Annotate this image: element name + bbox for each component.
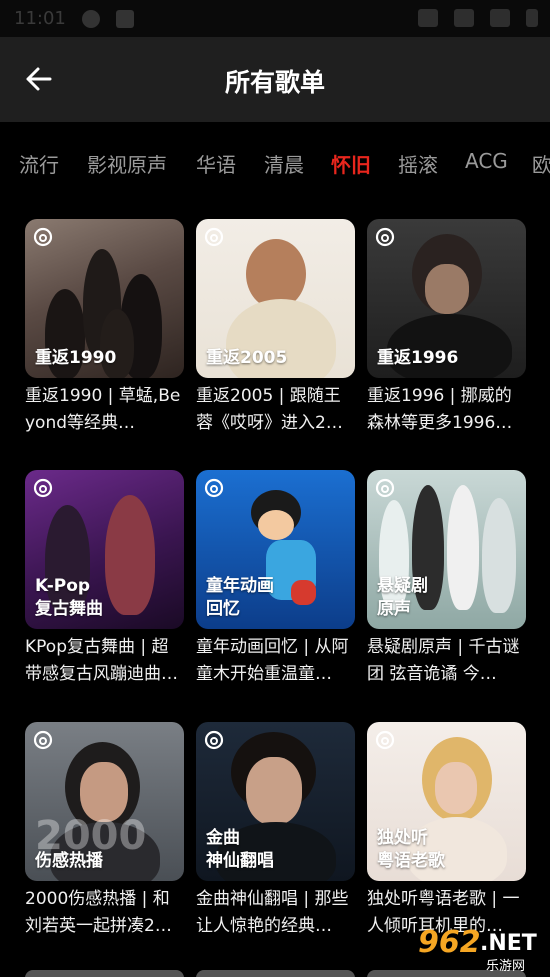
netease-logo-icon (204, 227, 224, 247)
playlist-cover: 2000 伤感热播 (25, 722, 184, 881)
playlist-cover: 重返1996 (367, 219, 526, 378)
playlist-card[interactable]: 金曲 神仙翻唱 金曲神仙翻唱 | 那些让人惊艳的经典… (196, 722, 355, 940)
playlist-title: 重返1996 | 挪威的森林等更多1996… (367, 386, 513, 433)
sim-icon (116, 10, 134, 28)
playlist-title: 2000伤感热播 | 和刘若英一起拼凑2… (25, 889, 172, 936)
playlist-cover: 童年动画 回忆 (196, 470, 355, 629)
playlist-cover-peek (25, 970, 184, 977)
vibrate-icon (418, 9, 438, 27)
netease-logo-icon (204, 478, 224, 498)
playlist-card[interactable]: K-Pop 复古舞曲 KPop复古舞曲 | 超带感复古风蹦迪曲… (25, 470, 184, 688)
playlist-cover: 金曲 神仙翻唱 (196, 722, 355, 881)
playlist-cover-peek (196, 970, 355, 977)
playlist-card[interactable]: 重返2005 重返2005 | 跟随王蓉《哎呀》进入2… (196, 219, 355, 437)
playlist-cover: 悬疑剧 原声 (367, 470, 526, 629)
cover-label: K-Pop 复古舞曲 (35, 576, 103, 619)
playlist-cover: 重返2005 (196, 219, 355, 378)
netease-logo-icon (33, 478, 53, 498)
wifi-icon (454, 9, 474, 27)
cover-label: 独处听 粤语老歌 (377, 828, 445, 871)
page-title: 所有歌单 (224, 68, 325, 97)
playlist-card[interactable]: 重返1990 重返1990 | 草蜢,Beyond等经典… (25, 219, 184, 437)
tab-europe[interactable]: 欧 (532, 149, 550, 178)
cover-label: 童年动画 回忆 (206, 576, 274, 619)
playlist-title: 重返1990 | 草蜢,Beyond等经典… (25, 386, 181, 433)
playlist-card[interactable]: 悬疑剧 原声 悬疑剧原声 | 千古谜团 弦音诡谲 今… (367, 470, 526, 688)
playlist-card[interactable]: 重返1996 重返1996 | 挪威的森林等更多1996… (367, 219, 526, 437)
watermark-suffix: .NET (480, 931, 537, 956)
tab-chinese[interactable]: 华语 (196, 149, 236, 178)
cover-label: 悬疑剧 原声 (377, 576, 428, 619)
playlist-title: KPop复古舞曲 | 超带感复古风蹦迪曲… (25, 637, 178, 684)
watermark-number: 962 (418, 925, 481, 960)
tab-morning[interactable]: 清晨 (264, 149, 304, 178)
playlist-cover: K-Pop 复古舞曲 (25, 470, 184, 629)
tab-pop[interactable]: 流行 (19, 149, 59, 178)
playlist-title: 童年动画回忆 | 从阿童木开始重温童… (196, 637, 349, 684)
netease-logo-icon (375, 478, 395, 498)
app-bar: 所有歌单 (0, 37, 550, 122)
tab-soundtrack[interactable]: 影视原声 (87, 149, 167, 178)
playlist-card[interactable]: 2000 伤感热播 2000伤感热播 | 和刘若英一起拼凑2… (25, 722, 184, 940)
playlist-cover: 独处听 粤语老歌 (367, 722, 526, 881)
playlist-title: 重返2005 | 跟随王蓉《哎呀》进入2… (196, 386, 343, 433)
category-tabs: 流行 影视原声 华语 清晨 怀旧 摇滚 ACG 欧 (0, 122, 550, 202)
watermark-sub: 乐游网 (486, 959, 526, 974)
netease-logo-icon (204, 730, 224, 750)
playlist-title: 金曲神仙翻唱 | 那些让人惊艳的经典… (196, 889, 349, 936)
netease-logo-icon (33, 730, 53, 750)
battery-icon (526, 9, 538, 27)
notification-icon (82, 10, 100, 28)
playlist-title: 悬疑剧原声 | 千古谜团 弦音诡谲 今… (367, 637, 520, 684)
status-icons (418, 9, 538, 27)
site-watermark: 962 .NET 乐游网 (406, 925, 546, 974)
cover-label: 重返2005 (206, 348, 288, 368)
tab-rock[interactable]: 摇滚 (398, 149, 438, 178)
netease-logo-icon (33, 227, 53, 247)
cover-label: 重返1990 (35, 348, 117, 368)
tab-acg[interactable]: ACG (465, 149, 508, 173)
cover-label: 金曲 神仙翻唱 (206, 828, 274, 871)
playlist-card[interactable]: 童年动画 回忆 童年动画回忆 | 从阿童木开始重温童… (196, 470, 355, 688)
cover-label: 伤感热播 (35, 851, 103, 871)
playlist-cover: 重返1990 (25, 219, 184, 378)
netease-logo-icon (375, 227, 395, 247)
playlist-card[interactable]: 独处听 粤语老歌 独处听粤语老歌 | 一人倾听耳机里的… (367, 722, 526, 940)
cover-label: 重返1996 (377, 348, 459, 368)
status-time: 11:01 (14, 8, 66, 29)
netease-logo-icon (375, 730, 395, 750)
tab-nostalgia[interactable]: 怀旧 (331, 149, 371, 178)
signal-icon (490, 9, 510, 27)
status-bar: 11:01 (0, 0, 550, 37)
